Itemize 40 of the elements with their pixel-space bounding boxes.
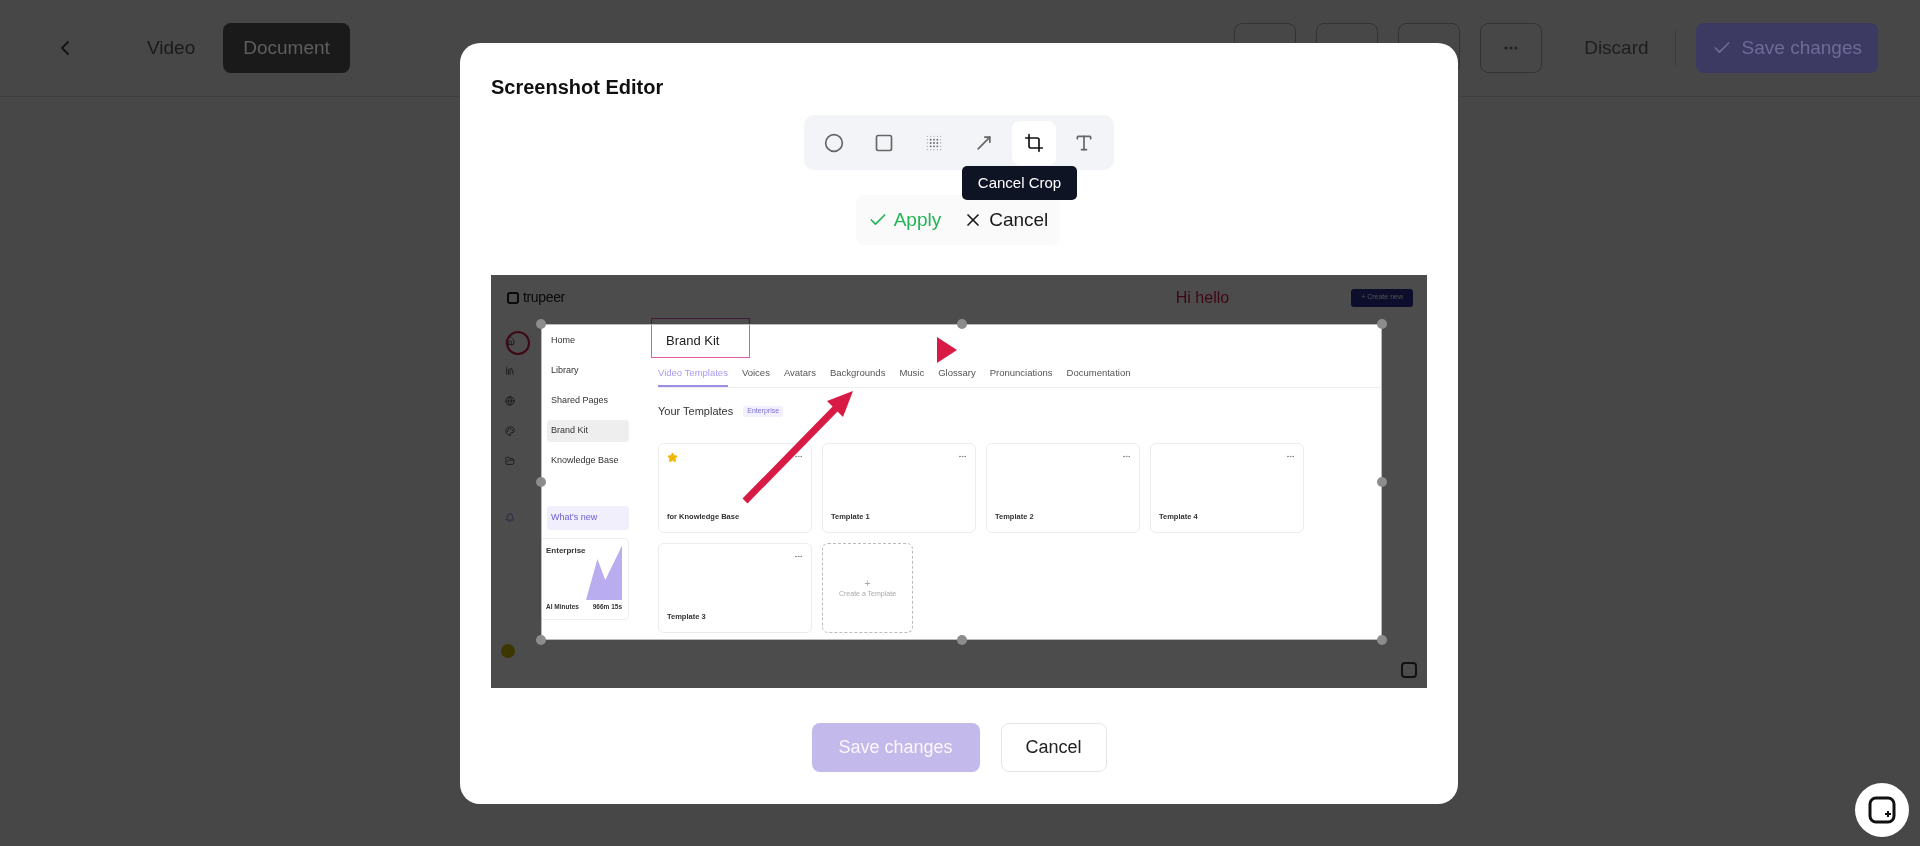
logo-text: trupeer [523,288,565,307]
circle-tool-icon [824,132,844,153]
crop-handle[interactable] [956,319,967,329]
sidebar-item[interactable]: Brand Kit [547,420,629,442]
sidebar-item[interactable]: Shared Pages [547,390,629,412]
square-tool-icon [874,132,894,153]
cancel-crop-button[interactable]: Cancel [963,205,1049,235]
page-title: Brand Kit [666,332,720,350]
section-title: Your Templates [658,404,734,419]
page-tab[interactable]: Avatars [783,362,816,388]
usage-chart-icon [585,545,622,600]
annotation-text: Hi hello [1175,287,1230,308]
crop-handle[interactable] [536,477,546,487]
page-tab[interactable]: Music [899,362,925,388]
page-tab[interactable]: Glossary [938,362,976,388]
add-square-icon [1867,795,1897,825]
crop-handle[interactable] [1377,319,1387,329]
crop-handle[interactable] [536,635,546,645]
page-tab[interactable]: Pronunciations [989,362,1053,388]
sidebar-item[interactable]: Home [547,330,629,352]
more-icon [1504,46,1519,50]
crop-handle[interactable] [956,635,967,645]
crop-icon [1024,132,1044,153]
whats-new-item[interactable]: What's new [547,506,629,530]
triangle-annotation-drawing [937,337,957,363]
page-tab[interactable]: Voices [741,362,770,388]
page-tab[interactable]: Documentation [1066,362,1131,388]
crop-handle[interactable] [1377,635,1387,645]
sidebar-item[interactable]: Library [547,360,629,382]
floating-add-button[interactable] [1855,783,1909,837]
tooltip: Cancel Crop [962,166,1077,200]
sidebar-item[interactable]: Knowledge Base [547,450,629,472]
crop-handle[interactable] [1377,477,1387,487]
crop-handle[interactable] [536,319,546,329]
page-tab[interactable]: Backgrounds [829,362,886,388]
plan-name: Enterprise [546,545,586,557]
dialog-title: Screenshot Editor [491,75,664,99]
crop-button[interactable] [1012,120,1056,165]
cancel-button[interactable]: Cancel [1000,723,1107,772]
corner-icon [1401,662,1417,678]
